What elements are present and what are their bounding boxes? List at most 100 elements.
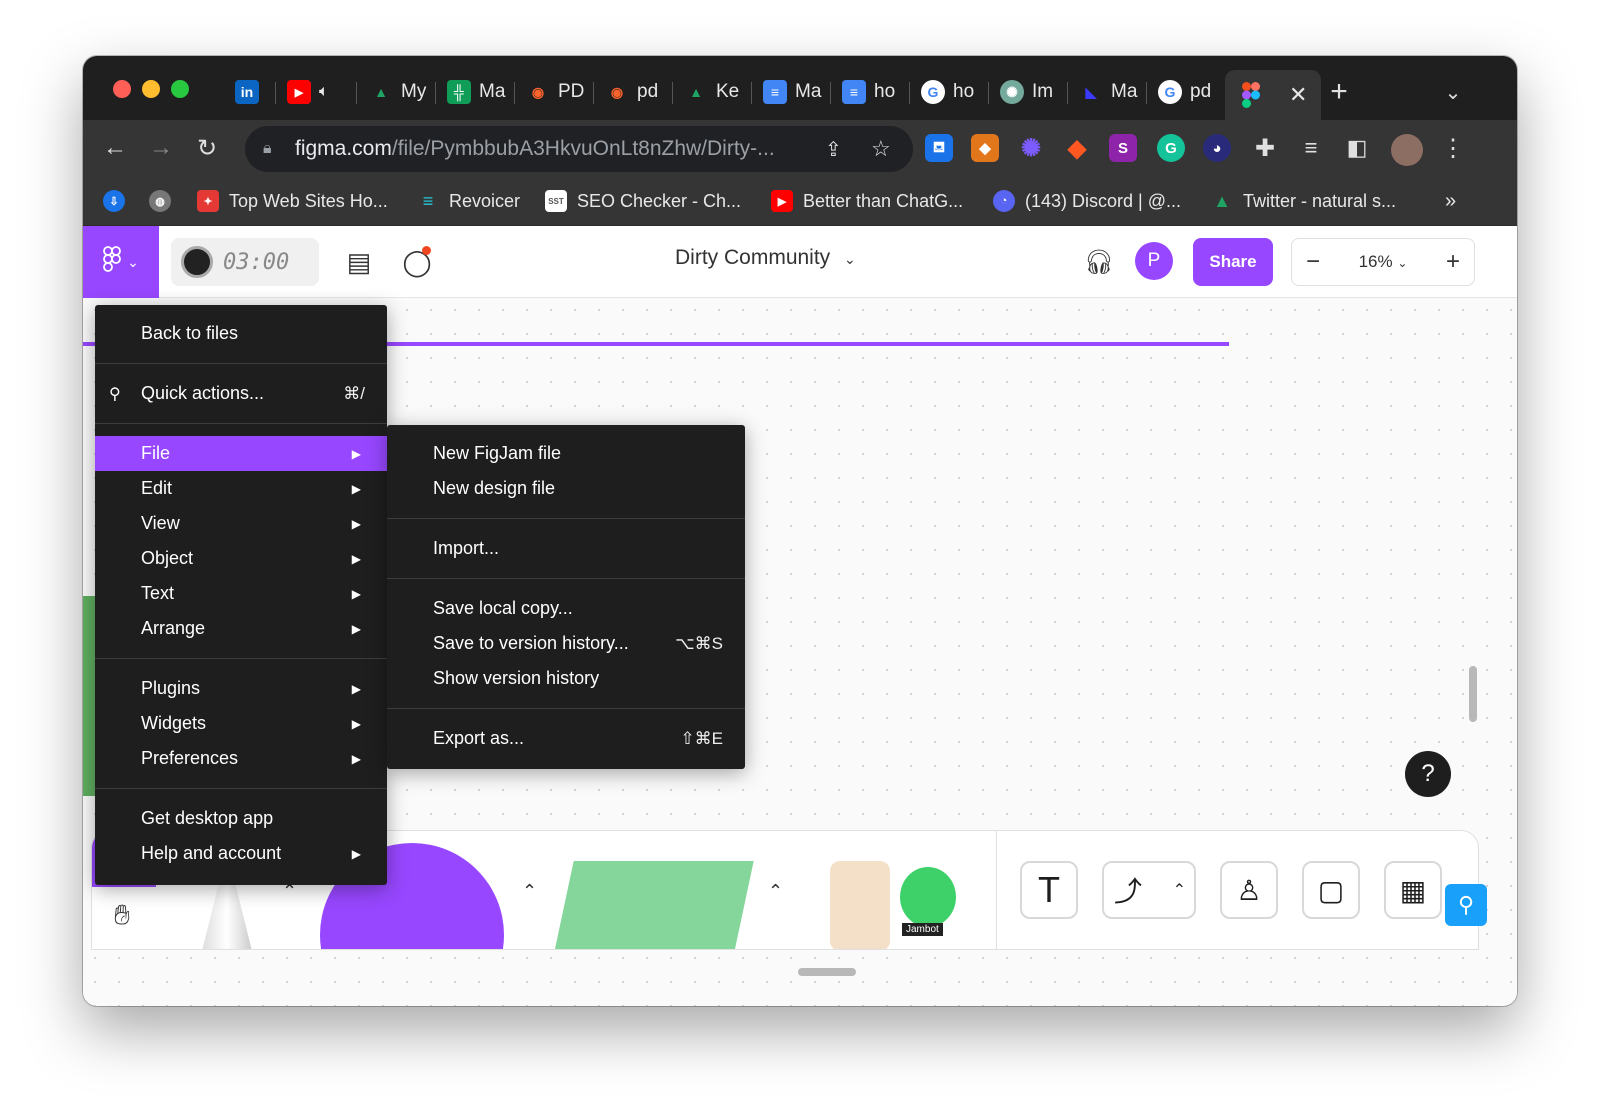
reload-icon[interactable]: ↻: [191, 132, 223, 164]
browser-tab-active[interactable]: ✕: [1225, 70, 1322, 120]
stamp-tool-button[interactable]: ♙: [1220, 861, 1278, 919]
menu-item-object[interactable]: Object ▶: [95, 541, 387, 576]
close-tab-icon[interactable]: ✕: [1289, 82, 1307, 108]
table-tool-button[interactable]: ▦: [1384, 861, 1442, 919]
menu-item-back-to-files[interactable]: Back to files: [95, 316, 387, 351]
zoom-level[interactable]: 16% ⌄: [1359, 252, 1408, 272]
chevron-up-icon[interactable]: ⌃: [768, 881, 783, 902]
browser-tab[interactable]: ◉ PD: [520, 70, 585, 114]
menu-item-label: Widgets: [141, 713, 207, 733]
menu-item-get-desktop-app[interactable]: Get desktop app: [95, 801, 387, 836]
tab-label: Ma: [795, 81, 822, 102]
browser-tab[interactable]: ▶ 🔈︎: [281, 70, 329, 114]
bookmark-item[interactable]: ◍: [149, 186, 171, 216]
browser-tab[interactable]: ✺ Im: [994, 70, 1053, 114]
submenu-item-export-as[interactable]: Export as... ⇧⌘E: [387, 721, 745, 756]
menu-item-help-and-account[interactable]: Help and account ▶: [95, 836, 387, 871]
more-bookmarks-icon[interactable]: »: [1445, 186, 1456, 216]
submenu-item-new-figjam-file[interactable]: New FigJam file: [387, 436, 745, 471]
side-panel-icon[interactable]: ◧: [1341, 132, 1373, 164]
camera-sticker[interactable]: [830, 861, 890, 949]
headphones-icon[interactable]: 🎧︎: [1083, 246, 1115, 278]
document-title[interactable]: Dirty Community ⌄: [675, 246, 856, 270]
bookmark-star-icon[interactable]: ☆: [871, 136, 891, 162]
menu-item-text[interactable]: Text ▶: [95, 576, 387, 611]
profile-avatar[interactable]: [1391, 134, 1423, 166]
menu-item-view[interactable]: View ▶: [95, 506, 387, 541]
extension-alien-icon[interactable]: ◕: [1203, 134, 1231, 162]
browser-tab[interactable]: G pd: [1152, 70, 1211, 114]
zoom-window-icon[interactable]: [171, 80, 189, 98]
share-page-icon[interactable]: ⇪: [825, 137, 842, 162]
avatar[interactable]: P: [1135, 242, 1173, 280]
browser-tab[interactable]: ╬ Ma: [441, 70, 505, 114]
main-menu-button[interactable]: ⌄: [83, 226, 159, 298]
browser-tab[interactable]: ◣ Ma: [1073, 70, 1138, 114]
menu-item-edit[interactable]: Edit ▶: [95, 471, 387, 506]
speaker-icon[interactable]: 🔈︎: [319, 83, 329, 101]
browser-tab[interactable]: ▲ My: [363, 70, 426, 114]
menu-item-preferences[interactable]: Preferences ▶: [95, 741, 387, 776]
kebab-menu-icon[interactable]: ⋮: [1437, 132, 1469, 164]
browser-tab[interactable]: ▲ Ke: [678, 70, 739, 114]
horizontal-scrollbar[interactable]: [798, 968, 856, 976]
canvas-green-section[interactable]: [83, 596, 95, 796]
bookmark-item[interactable]: ⇩: [103, 186, 125, 216]
menu-item-plugins[interactable]: Plugins ▶: [95, 671, 387, 706]
sticky-note-tool[interactable]: [550, 861, 754, 949]
submenu-item-new-design-file[interactable]: New design file: [387, 471, 745, 506]
jambot-sticker[interactable]: [900, 867, 956, 927]
reading-list-icon[interactable]: ≡: [1295, 132, 1327, 164]
forward-icon[interactable]: →: [145, 132, 177, 164]
zoom-in-icon[interactable]: +: [1446, 248, 1460, 276]
menu-item-arrange[interactable]: Arrange ▶: [95, 611, 387, 646]
bookmark-item[interactable]: ✦ Top Web Sites Ho...: [197, 186, 388, 216]
share-button[interactable]: Share: [1193, 238, 1273, 286]
extension-contact-icon[interactable]: ⛾: [925, 134, 953, 162]
submenu-item-save-to-version-history[interactable]: Save to version history... ⌥⌘S: [387, 626, 745, 661]
tab-label: Ke: [716, 81, 740, 102]
comment-icon[interactable]: ◯: [401, 246, 433, 278]
grammarly-icon[interactable]: G: [1157, 134, 1185, 162]
timer-widget[interactable]: 03:00: [171, 238, 319, 286]
browser-tab[interactable]: G ho: [915, 70, 974, 114]
zoom-out-icon[interactable]: −: [1306, 248, 1320, 276]
search-zoom-icon[interactable]: ⚲: [1445, 884, 1487, 926]
browser-tab[interactable]: ◉ pd: [599, 70, 658, 114]
back-icon[interactable]: ←: [99, 132, 131, 164]
connector-tool-button[interactable]: ⤴ ⌃: [1102, 861, 1196, 919]
metamask-icon[interactable]: ◆: [971, 134, 999, 162]
hand-tool-icon[interactable]: ✋︎: [106, 899, 138, 931]
address-bar[interactable]: 🔒︎ figma.com/file/PymbbubA3HkvuOnLt8nZhw…: [245, 126, 913, 172]
bookmark-item[interactable]: ▶ Better than ChatG...: [771, 186, 963, 216]
new-tab-icon[interactable]: +: [1323, 75, 1355, 108]
submenu-item-import[interactable]: Import...: [387, 531, 745, 566]
submenu-item-show-version-history[interactable]: Show version history: [387, 661, 745, 696]
extensions-puzzle-icon[interactable]: ✚: [1249, 132, 1281, 164]
browser-tab[interactable]: in: [229, 70, 259, 114]
bookmark-item[interactable]: ◔ (143) Discord | @...: [993, 186, 1181, 216]
browser-tab[interactable]: ≡ ho: [836, 70, 895, 114]
text-tool-button[interactable]: T: [1020, 861, 1078, 919]
menu-item-quick-actions[interactable]: ⚲ Quick actions... ⌘/: [95, 376, 387, 411]
menu-item-widgets[interactable]: Widgets ▶: [95, 706, 387, 741]
chevron-up-icon[interactable]: ⌃: [522, 881, 537, 902]
extension-fox-icon[interactable]: ◆: [1063, 134, 1091, 162]
extension-s-icon[interactable]: S: [1109, 134, 1137, 162]
extension-sparkle-icon[interactable]: ✺: [1017, 134, 1045, 162]
help-button[interactable]: ?: [1405, 751, 1451, 797]
submenu-item-save-local-copy[interactable]: Save local copy...: [387, 591, 745, 626]
bookmark-item[interactable]: ▲ Twitter - natural s...: [1211, 186, 1396, 216]
chevron-up-icon[interactable]: ⌃: [1173, 880, 1186, 900]
bookmark-item[interactable]: SST SEO Checker - Ch...: [545, 186, 741, 216]
section-tool-button[interactable]: ▢: [1302, 861, 1360, 919]
close-window-icon[interactable]: [113, 80, 131, 98]
layout-icon[interactable]: ▤: [343, 246, 375, 278]
vertical-scrollbar[interactable]: [1469, 666, 1477, 722]
menu-item-file[interactable]: File ▶: [95, 436, 387, 471]
bookmark-item[interactable]: ≡ Revoicer: [417, 186, 520, 216]
linkedin-icon: in: [235, 80, 259, 104]
tab-search-chevron-icon[interactable]: ⌄: [1437, 76, 1469, 108]
browser-tab[interactable]: ≡ Ma: [757, 70, 821, 114]
minimize-window-icon[interactable]: [142, 80, 160, 98]
